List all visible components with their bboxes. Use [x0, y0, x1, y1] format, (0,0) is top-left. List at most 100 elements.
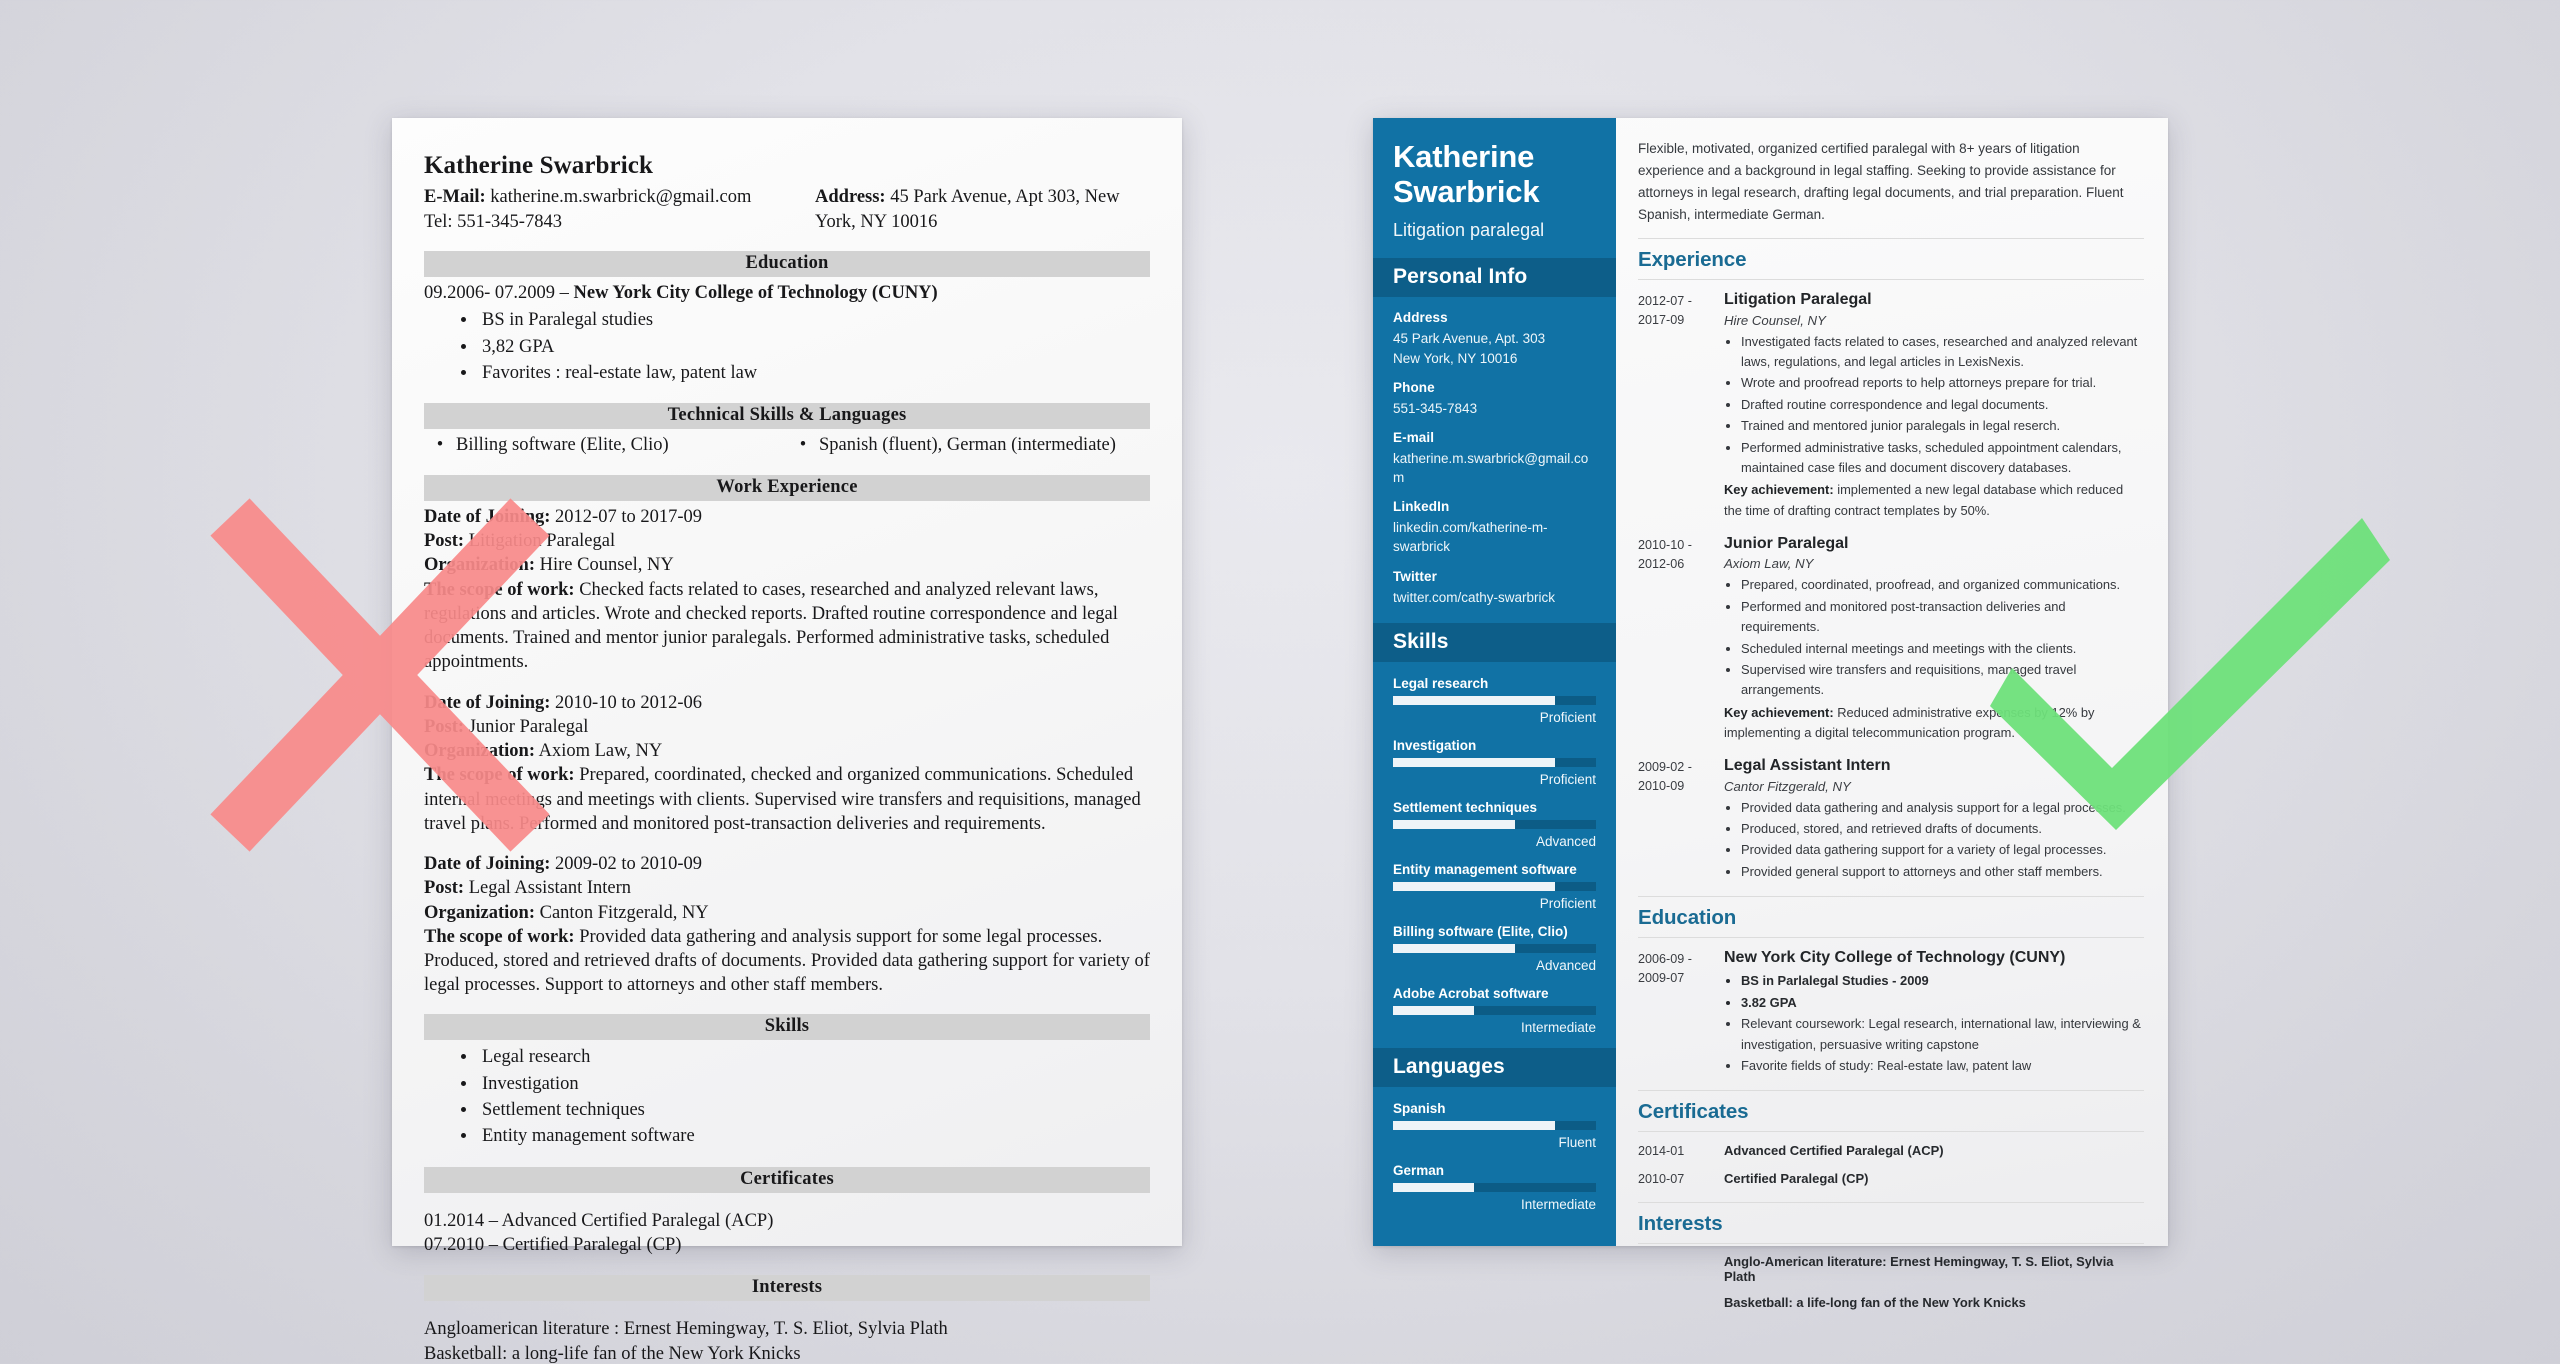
- list-item: Favorites : real-estate law, patent law: [478, 360, 1150, 386]
- list-item: Drafted routine correspondence and legal…: [1741, 395, 2144, 415]
- bad-resume-education-heading: Education: [424, 251, 1150, 278]
- good-resume-personal-info-block: Address 45 Park Avenue, Apt. 303 New Yor…: [1373, 297, 1616, 622]
- linkedin-label: LinkedIn: [1393, 499, 1450, 515]
- bad-resume-job-post-value: Junior Paralegal: [464, 716, 589, 737]
- good-resume-skills-list: Legal research Proficient Investigation …: [1373, 662, 1616, 1035]
- bad-resume-certificate-line: 01.2014 – Advanced Certified Paralegal (…: [424, 1210, 774, 1231]
- good-resume-languages-heading: Languages: [1373, 1047, 1616, 1087]
- bad-resume-contact-row: E-Mail: katherine.m.swarbrick@gmail.com …: [424, 185, 1150, 234]
- certificate-name: Certified Paralegal (CP): [1724, 1170, 1869, 1186]
- skill-item: Legal research Proficient: [1373, 676, 1616, 725]
- linkedin-value[interactable]: linkedin.com/katherine-m-swarbrick: [1393, 518, 1596, 556]
- good-resume-sidebar-header: Katherine Swarbrick Litigation paralegal: [1373, 139, 1616, 241]
- list-item: BS in Paralegal studies: [478, 307, 1150, 333]
- experience-title: Junior Paralegal: [1724, 535, 1849, 553]
- bad-resume-job-date-value: 2012-07 to 2017-09: [550, 507, 703, 527]
- bad-resume-job-org-label: Organization:: [424, 741, 535, 762]
- bad-resume-education-dates: 09.2006- 07.2009 –: [424, 283, 574, 304]
- experience-bullets: Investigated facts related to cases, res…: [1724, 332, 2144, 479]
- list-item: Legal research: [478, 1044, 1150, 1070]
- key-achievement-label: Key achievement:: [1724, 704, 1834, 720]
- interest-line: Anglo-American literature: Ernest Heming…: [1724, 1253, 2114, 1284]
- bad-resume-job-date-label: Date of Joining:: [424, 507, 551, 527]
- email-value: katherine.m.swarbrick@gmail.com: [1393, 450, 1589, 486]
- bad-resume-job-date: Date of Joining: 2010-10 to 2012-06: [424, 691, 1150, 715]
- bad-resume-skills-heading: Skills: [424, 1014, 1150, 1041]
- good-resume-languages-list: Spanish Fluent German Intermediate: [1373, 1087, 1616, 1212]
- experience-body: Junior Paralegal Axiom Law, NY Prepared,…: [1724, 534, 2144, 743]
- list-item: Performed and monitored post-transaction…: [1741, 597, 2144, 638]
- list-item: Performed administrative tasks, schedule…: [1741, 438, 2144, 479]
- bad-resume-skills-list: Legal research Investigation Settlement …: [424, 1044, 1150, 1149]
- certificate-date: 2010-07: [1638, 1171, 1685, 1186]
- bad-resume-contact-right: Address: 45 Park Avenue, Apt 303, New Yo…: [809, 185, 1150, 234]
- experience-body: Legal Assistant Intern Cantor Fitzgerald…: [1724, 756, 2144, 883]
- bad-resume-job-org: Organization: Axiom Law, NY: [424, 739, 1150, 763]
- skill-level: Proficient: [1539, 709, 1596, 725]
- bad-resume-job-org-label: Organization:: [424, 555, 535, 576]
- bad-resume-tech-right-col: • Spanish (fluent), German (intermediate…: [787, 433, 1150, 458]
- bad-resume-tech-heading: Technical Skills & Languages: [424, 403, 1150, 430]
- experience-body: Litigation Paralegal Hire Counsel, NY In…: [1724, 290, 2144, 521]
- skill-name: Legal research: [1393, 675, 1489, 691]
- language-level: Intermediate: [1520, 1196, 1596, 1212]
- list-item: Provided general support to attorneys an…: [1741, 862, 2144, 882]
- language-bar-fill: [1393, 1182, 1475, 1192]
- bad-resume-job-scope: The scope of work: Checked facts related…: [424, 578, 1150, 675]
- bad-resume-contact-left: E-Mail: katherine.m.swarbrick@gmail.com …: [424, 185, 751, 234]
- experience-title: Legal Assistant Intern: [1724, 757, 1891, 775]
- skill-name: Entity management software: [1393, 861, 1577, 877]
- education-bullets: BS in Parlalegal Studies - 2009 3.82 GPA…: [1724, 971, 2144, 1076]
- experience-bullets: Provided data gathering and analysis sup…: [1724, 798, 2144, 883]
- skill-bar-fill: [1393, 757, 1556, 767]
- bad-resume-certificate-line: 07.2010 – Certified Paralegal (CP): [424, 1235, 682, 1256]
- bad-resume-job-org-label: Organization:: [424, 902, 535, 923]
- bad-resume-job-date-value: 2010-10 to 2012-06: [550, 692, 703, 713]
- list-item: Favorite fields of study: Real-estate la…: [1741, 1056, 2144, 1076]
- bad-resume-interest-line: Angloamerican literature : Ernest Heming…: [424, 1319, 948, 1340]
- bad-resume-education-school: New York City College of Technology (CUN…: [573, 283, 938, 304]
- bullet-icon: •: [436, 435, 444, 456]
- experience-bullets: Prepared, coordinated, proofread, and or…: [1724, 575, 2144, 700]
- bad-resume-job-post: Post: Junior Paralegal: [424, 715, 1150, 739]
- bad-resume-job: Date of Joining: 2009-02 to 2010-09 Post…: [424, 852, 1150, 997]
- skill-level: Advanced: [1535, 957, 1596, 973]
- skill-bar-fill: [1393, 819, 1515, 829]
- skill-bar: [1393, 757, 1596, 767]
- language-bar-fill: [1393, 1120, 1556, 1130]
- bad-resume-email-value: katherine.m.swarbrick@gmail.com: [485, 187, 752, 207]
- key-achievement-label: Key achievement:: [1724, 482, 1834, 498]
- skill-level: Advanced: [1535, 833, 1596, 849]
- skill-item: Entity management software Proficient: [1373, 862, 1616, 911]
- experience-entry: 2010-10 - 2012-06 Junior Paralegal Axiom…: [1638, 534, 2144, 743]
- bad-resume-job-post-value: Legal Assistant Intern: [464, 878, 632, 899]
- twitter-value[interactable]: twitter.com/cathy-swarbrick: [1393, 588, 1596, 607]
- bad-resume-job-date-label: Date of Joining:: [424, 854, 551, 875]
- language-name: German: [1393, 1162, 1445, 1178]
- good-resume-certificates-heading: Certificates: [1638, 1090, 2144, 1133]
- list-item: Investigation: [478, 1071, 1150, 1097]
- bad-resume-job-post: Post: Legal Assistant Intern: [424, 876, 1150, 900]
- bad-resume-job-org-value: Canton Fitzgerald, NY: [535, 902, 709, 923]
- bad-resume-interests-heading: Interests: [424, 1275, 1150, 1302]
- skill-bar: [1393, 819, 1596, 829]
- good-resume-education-heading: Education: [1638, 896, 2144, 939]
- skill-item: Billing software (Elite, Clio) Advanced: [1373, 924, 1616, 973]
- good-resume-name: Katherine Swarbrick: [1393, 139, 1540, 209]
- bad-resume-job-post-label: Post:: [424, 716, 465, 737]
- bad-resume-job-scope-label: The scope of work:: [424, 926, 575, 947]
- phone-value: 551-345-7843: [1393, 400, 1478, 416]
- experience-key-achievement: Key achievement: Reduced administrative …: [1724, 703, 2144, 744]
- skill-level: Intermediate: [1520, 1019, 1596, 1035]
- good-resume-skills-heading: Skills: [1373, 622, 1616, 662]
- bad-resume-name: Katherine Swarbrick: [424, 152, 653, 179]
- bad-resume-document: Katherine Swarbrick E-Mail: katherine.m.…: [392, 118, 1182, 1364]
- education-body: New York City College of Technology (CUN…: [1724, 948, 2144, 1077]
- bad-resume-certificates-block: 01.2014 – Advanced Certified Paralegal (…: [424, 1209, 1150, 1259]
- list-item: Settlement techniques: [478, 1097, 1150, 1123]
- bad-resume-certificates-heading: Certificates: [424, 1166, 1150, 1193]
- experience-company: Hire Counsel, NY: [1724, 312, 1826, 328]
- bad-resume-job-date: Date of Joining: 2012-07 to 2017-09: [424, 505, 1150, 529]
- language-name: Spanish: [1393, 1100, 1446, 1116]
- list-item: Prepared, coordinated, proofread, and or…: [1741, 575, 2144, 595]
